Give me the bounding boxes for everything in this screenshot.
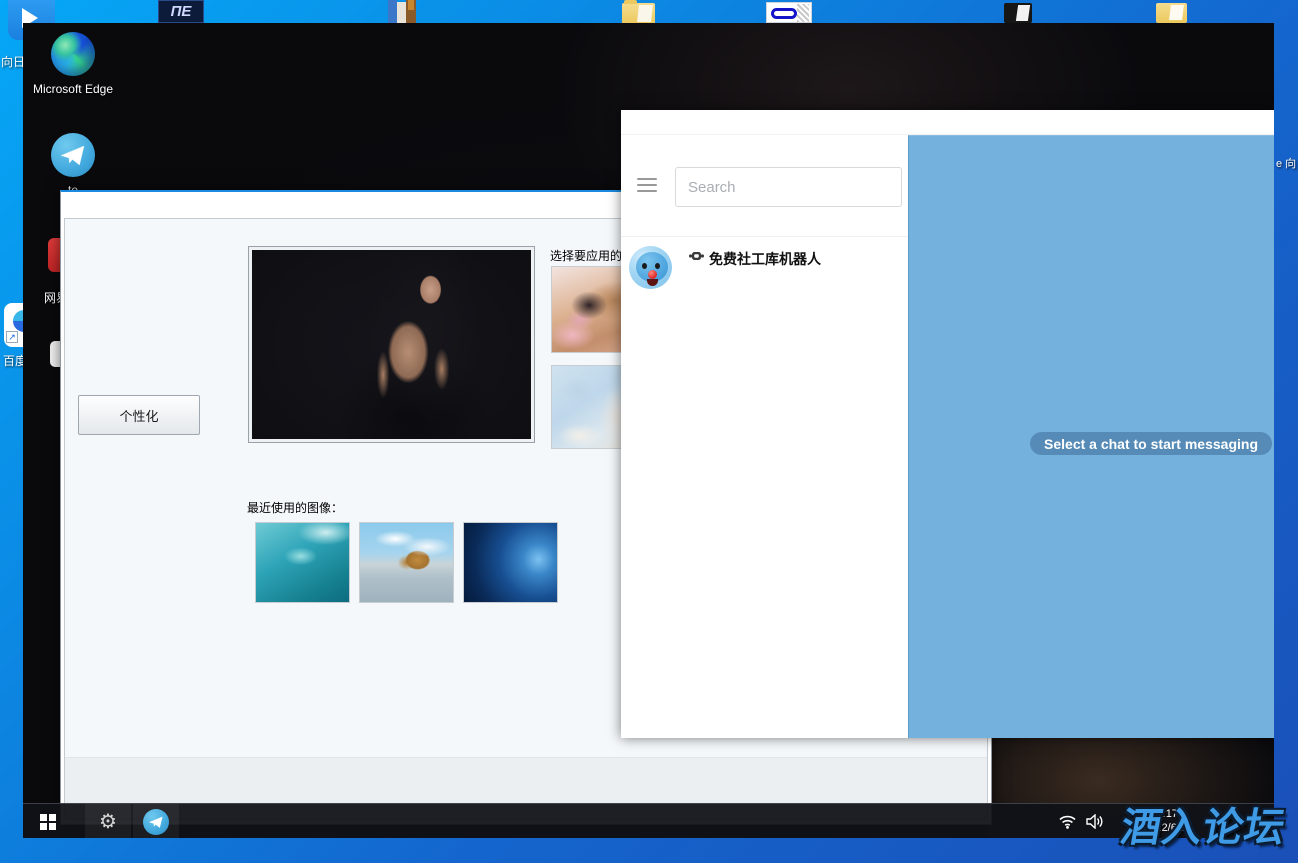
remote-screen: Microsoft Edge te 网易 选择要应用的 个性化 最近: [23, 23, 1274, 838]
hamburger-menu-icon[interactable]: [637, 178, 657, 194]
sunflower-icon-label: 向日: [1, 53, 25, 70]
taskbar: ⚙: [23, 803, 1274, 838]
channel-megaphone-icon: [689, 250, 704, 268]
right-edge-icon-label-fragment: e 向: [1276, 155, 1296, 171]
chat-avatar: [629, 246, 672, 289]
telegram-icon: [51, 133, 95, 177]
puzzle-app-icon[interactable]: [50, 341, 60, 367]
edge-icon-label: Microsoft Edge: [29, 82, 117, 96]
folder-icon[interactable]: [622, 3, 655, 24]
recent-thumb-underwater[interactable]: [255, 522, 350, 603]
folder-icon-2[interactable]: [1156, 3, 1187, 23]
winrar-icon[interactable]: [388, 0, 416, 24]
telegram-empty-chat-pane: Select a chat to start messaging: [908, 135, 1274, 738]
paperclip-app-icon[interactable]: [766, 2, 812, 23]
telegram-chatlist-pane: 免费社工库机器人: [621, 135, 908, 738]
system-tray: [1059, 804, 1104, 838]
outer-desktop: 向日 ΠΕ ↗ 百度 e 向 Microsoft Edge: [0, 0, 1298, 863]
taskbar-telegram-button[interactable]: [133, 804, 179, 838]
chat-list-item[interactable]: 免费社工库机器人: [621, 237, 908, 297]
gear-icon: ⚙: [99, 812, 117, 832]
empty-state-pill: Select a chat to start messaging: [1030, 432, 1272, 455]
telegram-window: 免费社工库机器人 Select a chat to start messagin…: [621, 110, 1274, 738]
telegram-titlebar[interactable]: [621, 110, 1274, 135]
choose-fit-label: 选择要应用的: [550, 247, 622, 264]
desktop-icon-edge[interactable]: Microsoft Edge: [29, 32, 117, 96]
netease-music-icon[interactable]: [48, 238, 60, 272]
pe-tool-icon[interactable]: ΠΕ: [158, 0, 204, 23]
wifi-icon[interactable]: [1059, 815, 1076, 829]
desktop-icon-telegram[interactable]: te: [29, 133, 117, 197]
start-button[interactable]: [25, 804, 71, 838]
paperclip-glyph: [771, 8, 797, 19]
personalize-button[interactable]: 个性化: [78, 395, 200, 435]
telegram-taskbar-icon: [143, 809, 169, 835]
recent-thumb-windows10[interactable]: [463, 522, 558, 603]
shortcut-arrow-badge: ↗: [6, 331, 18, 343]
chat-name: 免费社工库机器人: [709, 249, 821, 269]
search-input[interactable]: [675, 167, 902, 207]
wallpaper-preview-frame: [248, 246, 535, 443]
recent-images-label: 最近使用的图像：: [247, 499, 343, 516]
wallpaper-preview-image: [252, 250, 531, 439]
watermark-text: 酒入论坛: [1117, 795, 1298, 853]
recent-thumb-beach[interactable]: [359, 522, 454, 603]
dark-document-icon[interactable]: [1004, 3, 1032, 23]
windows-logo-icon: [40, 814, 56, 830]
edge-icon: [51, 32, 95, 76]
taskbar-settings-button[interactable]: ⚙: [85, 804, 131, 838]
volume-icon[interactable]: [1086, 814, 1104, 829]
